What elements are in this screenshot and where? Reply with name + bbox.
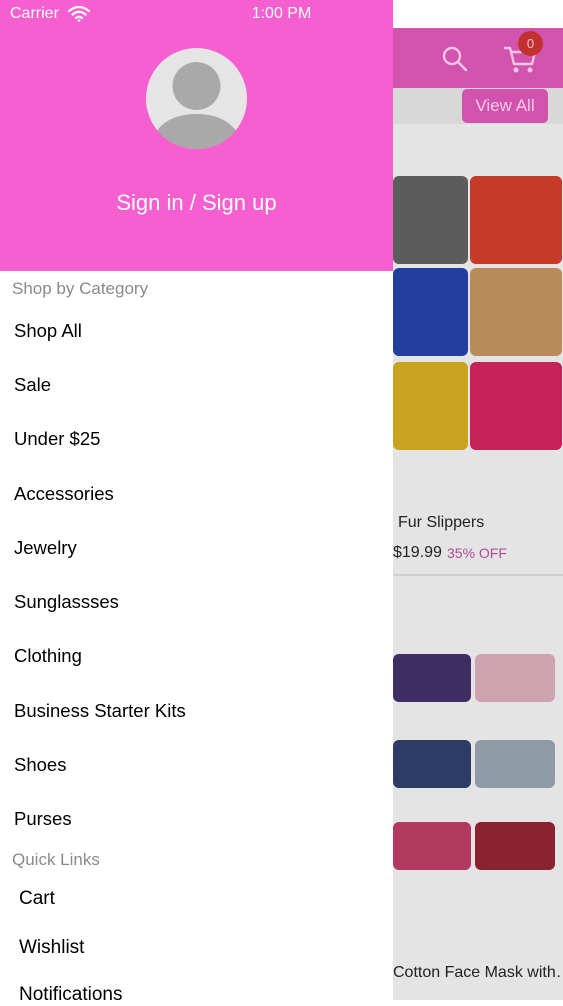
- side-drawer: Sign in / Sign up Shop by Category Shop …: [0, 0, 393, 1005]
- quick-links-header: Quick Links: [12, 850, 100, 869]
- user-silhouette-icon: [150, 62, 243, 149]
- product-image-tile: [393, 654, 471, 702]
- category-shop-all[interactable]: Shop All: [14, 320, 82, 342]
- product-image-tile: [393, 740, 471, 788]
- search-icon[interactable]: [440, 44, 470, 74]
- drawer-header: Sign in / Sign up: [0, 0, 393, 271]
- category-business-starter-kits[interactable]: Business Starter Kits: [14, 700, 186, 722]
- battery-icon: [522, 7, 551, 21]
- product-title: Cotton Face Mask with…: [393, 964, 561, 981]
- product-card[interactable]: Cotton Face Mask with…: [393, 576, 563, 1000]
- product-image-tile: [475, 822, 555, 870]
- shop-by-category-header: Shop by Category: [12, 279, 149, 298]
- product-image-tile: [393, 268, 468, 356]
- product-image-tile: [470, 268, 562, 356]
- product-image-tile: [470, 176, 562, 264]
- category-clothing[interactable]: Clothing: [14, 645, 82, 667]
- cart-count-badge: 0: [518, 31, 543, 56]
- quick-link-notifications[interactable]: Notifications: [19, 984, 123, 1006]
- product-card[interactable]: Fur Slippers $19.99 35% OFF: [393, 124, 563, 574]
- product-image-tile: [470, 362, 562, 450]
- category-sale[interactable]: Sale: [14, 374, 51, 396]
- category-shoes[interactable]: Shoes: [14, 754, 66, 776]
- product-image-tile: [393, 822, 471, 870]
- product-discount: 35% OFF: [447, 545, 507, 561]
- product-image-tile: [475, 654, 555, 702]
- category-under-25[interactable]: Under $25: [14, 428, 100, 450]
- view-all-button[interactable]: View All: [462, 89, 548, 123]
- category-accessories[interactable]: Accessories: [14, 483, 114, 505]
- product-image-tile: [393, 176, 468, 264]
- status-time: 1:00 PM: [251, 5, 312, 22]
- product-image-tile: [475, 740, 555, 788]
- avatar[interactable]: [146, 48, 247, 149]
- status-bar: Carrier 1:00 PM: [0, 0, 563, 28]
- sign-in-link[interactable]: Sign in / Sign up: [0, 190, 393, 216]
- product-title: Fur Slippers: [398, 514, 485, 531]
- category-sunglasses[interactable]: Sunglassses: [14, 591, 119, 613]
- product-image-tile: [393, 362, 468, 450]
- category-purses[interactable]: Purses: [14, 808, 72, 830]
- quick-link-wishlist[interactable]: Wishlist: [19, 937, 84, 959]
- product-price: $19.99: [393, 544, 442, 561]
- quick-link-cart[interactable]: Cart: [19, 888, 55, 910]
- category-jewelry[interactable]: Jewelry: [14, 537, 77, 559]
